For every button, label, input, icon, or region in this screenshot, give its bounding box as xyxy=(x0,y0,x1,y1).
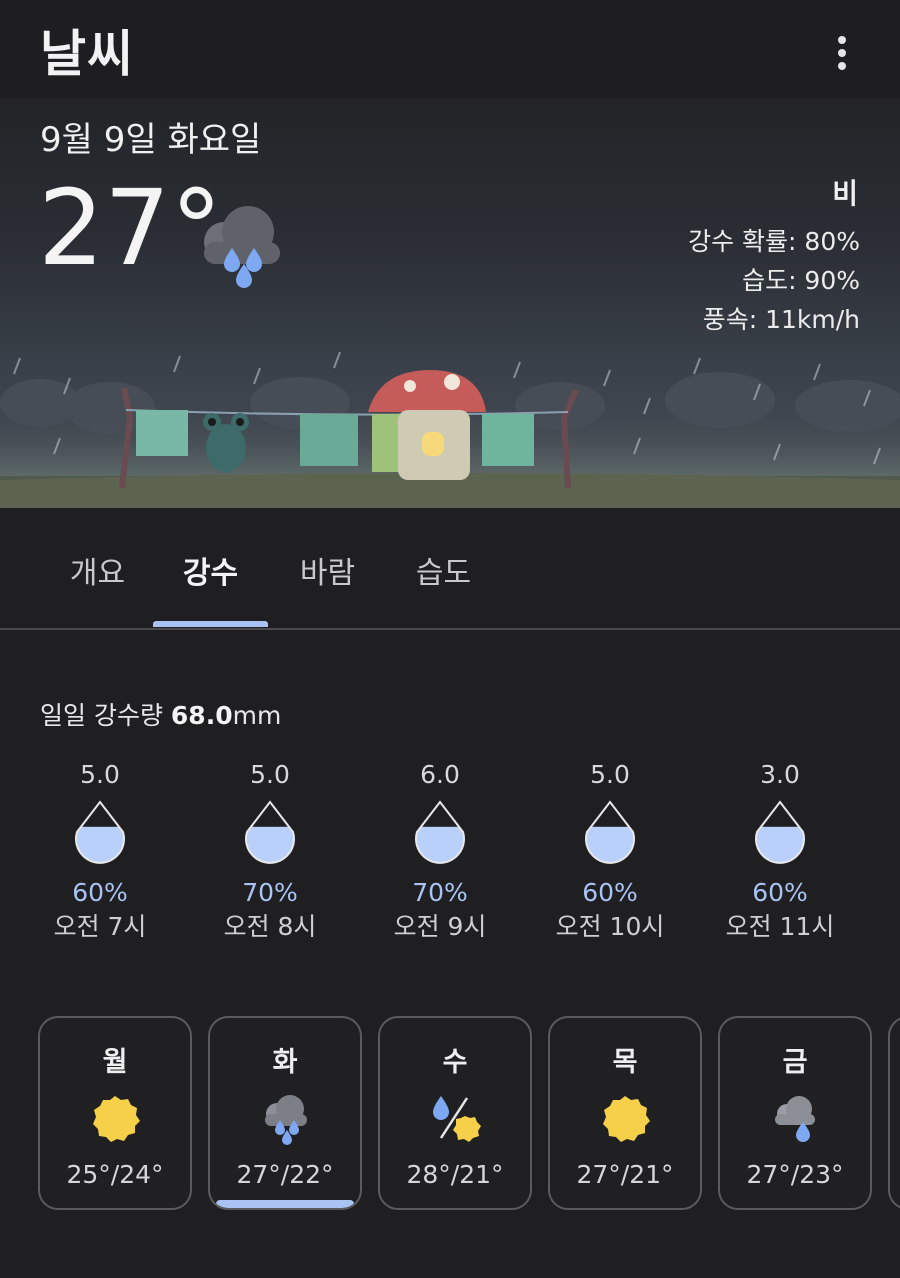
day-card-wed[interactable]: 수 28°/21° xyxy=(378,1016,532,1210)
cloud-drizzle-icon xyxy=(775,1096,815,1142)
raindrop-icon xyxy=(585,800,635,864)
raindrop-icon xyxy=(75,800,125,864)
sunny-icon xyxy=(93,1096,140,1142)
day-temps: 28°/21° xyxy=(406,1160,504,1189)
humidity: 습도: 90% xyxy=(742,266,860,295)
raindrop-icon xyxy=(245,800,295,864)
hourly-item: 6.0 70% 오전 9시 xyxy=(360,758,520,944)
daily-precip-value: 68.0 xyxy=(170,701,233,730)
hourly-item: 5.0 60% 오전 7시 xyxy=(20,758,180,944)
tab-humidity[interactable]: 습도 xyxy=(386,548,501,592)
hourly-item: 5.0 70% 오전 8시 xyxy=(190,758,350,944)
detail-tabs: 개요 강수 바람 습도 xyxy=(0,508,900,630)
app-bar: 날씨 xyxy=(0,0,900,98)
hour-probability: 60% xyxy=(72,878,128,907)
hour-amount: 5.0 xyxy=(250,760,290,789)
hour-time: 오전 9시 xyxy=(393,912,487,941)
app-title: 날씨 xyxy=(40,25,134,83)
precip-chance: 강수 확률: 80% xyxy=(688,227,860,256)
daily-precip-unit: mm xyxy=(232,701,282,730)
hourly-item: 3.0 60% 오전 11시 xyxy=(700,758,860,944)
day-card-thu[interactable]: 목 27°/21° xyxy=(548,1016,702,1210)
day-temps: 27°/22° xyxy=(236,1160,334,1189)
selected-day-indicator xyxy=(216,1200,354,1208)
condition-label: 비 xyxy=(832,177,858,210)
hour-amount: 5.0 xyxy=(80,760,120,789)
rain-cloud-icon xyxy=(204,206,280,288)
day-name: 금 xyxy=(782,1047,808,1078)
day-card-partial[interactable] xyxy=(888,1016,900,1210)
day-temps: 25°/24° xyxy=(66,1160,164,1189)
hour-time: 오전 8시 xyxy=(223,912,317,941)
hour-time: 오전 11시 xyxy=(725,912,835,941)
hour-amount: 5.0 xyxy=(590,760,630,789)
day-temps: 27°/21° xyxy=(576,1160,674,1189)
daily-forecast-list[interactable]: 월 25°/24° 화 27°/22° 수 28°/21° 목 27°/21° … xyxy=(0,1016,900,1216)
tab-overview[interactable]: 개요 xyxy=(40,548,155,592)
rain-cloud-icon xyxy=(265,1095,307,1145)
hourly-precipitation-list[interactable]: 5.0 60% 오전 7시 5.0 70% 오전 8시 6.0 70% 오전 9… xyxy=(0,758,900,958)
hour-amount: 6.0 xyxy=(420,760,460,789)
hour-probability: 70% xyxy=(412,878,468,907)
more-vert-icon[interactable] xyxy=(822,28,862,78)
day-name: 목 xyxy=(612,1047,638,1078)
hour-time: 오전 10시 xyxy=(555,912,665,941)
rain-and-sun-icon xyxy=(433,1096,481,1142)
tab-precipitation[interactable]: 강수 xyxy=(153,548,268,592)
raindrop-icon xyxy=(755,800,805,864)
rain-scene-illustration xyxy=(0,351,900,508)
day-card-fri[interactable]: 금 27°/23° xyxy=(718,1016,872,1210)
day-temps: 27°/23° xyxy=(746,1160,844,1189)
hour-probability: 70% xyxy=(242,878,298,907)
day-name: 수 xyxy=(442,1047,468,1078)
tab-wind[interactable]: 바람 xyxy=(270,548,385,592)
daily-precipitation: 일일 강수량 68.0mm xyxy=(40,696,281,732)
day-card-tue[interactable]: 화 27°/22° xyxy=(208,1016,362,1210)
hour-probability: 60% xyxy=(582,878,638,907)
current-date: 9월 9일 화요일 xyxy=(40,120,262,160)
hour-amount: 3.0 xyxy=(760,760,800,789)
day-name: 월 xyxy=(102,1047,128,1078)
sunny-icon xyxy=(603,1096,650,1142)
daily-precip-label: 일일 강수량 xyxy=(40,701,171,730)
hourly-item: 5.0 60% 오전 10시 xyxy=(530,758,690,944)
current-weather-panel: 9월 9일 화요일 27° 비 강수 확률: 80% 습도: 90% 풍속: 1… xyxy=(0,98,900,508)
hour-probability: 60% xyxy=(752,878,808,907)
hour-time: 오전 7시 xyxy=(53,912,147,941)
day-name: 화 xyxy=(272,1047,298,1078)
wind-speed: 풍속: 11km/h xyxy=(702,305,860,334)
current-stats: 강수 확률: 80% 습도: 90% 풍속: 11km/h xyxy=(688,222,860,339)
active-tab-indicator xyxy=(153,621,268,627)
day-card-mon[interactable]: 월 25°/24° xyxy=(38,1016,192,1210)
raindrop-icon xyxy=(415,800,465,864)
